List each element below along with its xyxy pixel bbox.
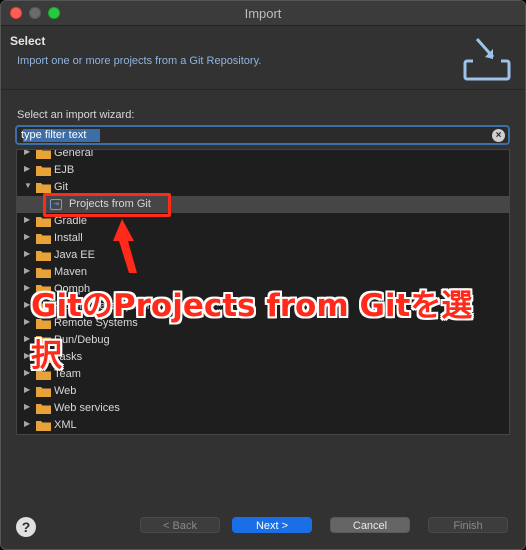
tree-item[interactable]: ▶ Web [17,383,509,400]
folder-icon [36,166,51,176]
finish-button[interactable]: Finish [428,517,508,533]
wizard-header: Select Import one or more projects from … [1,27,525,89]
collapsed-arrow-icon[interactable]: ▶ [24,232,30,241]
folder-icon [36,183,51,193]
collapsed-arrow-icon[interactable]: ▶ [24,368,30,377]
header-divider [1,89,525,90]
folder-icon [36,251,51,261]
folder-icon [36,150,51,159]
import-wizard-icon [463,38,511,81]
filter-input[interactable] [21,128,481,142]
collapsed-arrow-icon[interactable]: ▶ [24,385,30,394]
page-title: Select [10,34,46,48]
back-button[interactable]: < Back [140,517,220,533]
collapsed-arrow-icon[interactable]: ▶ [24,150,30,156]
annotation-text: GitのProjects from Gitを選択 [31,288,473,374]
tree-item[interactable]: ▶ Install [17,230,509,247]
filter-field[interactable]: × [15,125,510,145]
page-description: Import one or more projects from a Git R… [17,55,262,67]
folder-icon [36,268,51,278]
import-dialog: Import Select Import one or more project… [0,0,526,550]
tree-item[interactable]: ▶ Web services [17,400,509,417]
tree-item-label: Install [54,232,83,244]
tree-item-label: Java EE [54,249,95,261]
expanded-arrow-icon[interactable]: ▼ [24,181,32,190]
tree-item[interactable]: ▶ EJB [17,162,509,179]
tree-item[interactable]: ▶ XML [17,417,509,434]
help-icon[interactable]: ? [16,517,36,537]
callout-highlight-box [43,193,171,217]
collapsed-arrow-icon[interactable]: ▶ [24,249,30,258]
folder-icon [36,234,51,244]
folder-icon [36,387,51,397]
tree-item[interactable]: ▶ General [17,149,509,162]
collapsed-arrow-icon[interactable]: ▶ [24,266,30,275]
collapsed-arrow-icon[interactable]: ▶ [24,215,30,224]
next-button[interactable]: Next > [232,517,312,533]
tree-item[interactable]: ▶ Java EE [17,247,509,264]
clear-icon[interactable]: × [492,129,505,142]
cancel-button[interactable]: Cancel [330,517,410,533]
title-bar: Import [1,1,525,26]
folder-icon [36,217,51,227]
tree-item-label: Maven [54,266,88,278]
folder-icon [36,421,51,431]
tree-item-label: XML [54,419,77,431]
tree-item-label: Git [54,181,69,193]
collapsed-arrow-icon[interactable]: ▶ [24,164,30,173]
collapsed-arrow-icon[interactable]: ▶ [24,317,30,326]
collapsed-arrow-icon[interactable]: ▶ [24,334,30,343]
wizard-label: Select an import wizard: [17,109,135,121]
tree-item-label: Web services [54,402,120,414]
tree-item[interactable]: ▶ Maven [17,264,509,281]
collapsed-arrow-icon[interactable]: ▶ [24,351,30,360]
collapsed-arrow-icon[interactable]: ▶ [24,419,30,428]
window-title: Import [244,6,282,21]
tree-item-label: EJB [54,164,75,176]
collapsed-arrow-icon[interactable]: ▶ [24,300,30,309]
tree-item-label: Web [54,385,77,397]
tree-item-label: General [54,149,94,159]
collapsed-arrow-icon[interactable]: ▶ [24,402,30,411]
folder-icon [36,404,51,414]
collapsed-arrow-icon[interactable]: ▶ [24,283,30,292]
